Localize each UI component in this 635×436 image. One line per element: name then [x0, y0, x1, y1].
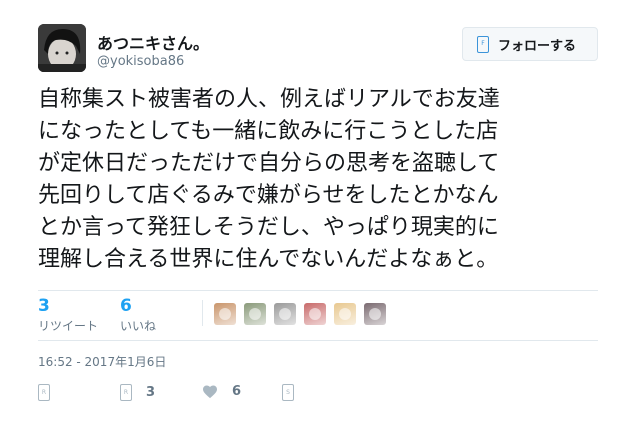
avatar[interactable]: [38, 24, 86, 72]
tweet-text-line: になったとしても一緒に飲みに行こうとした店: [38, 119, 499, 144]
retweet-stat[interactable]: 3 リツイート: [38, 296, 98, 334]
tweet-text-line: 先回りして店ぐるみで嫌がらせをしたとかなん: [38, 183, 499, 208]
likers-list: [214, 303, 394, 325]
liker-avatar-face: [369, 308, 381, 320]
like-stat[interactable]: 6 いいね: [120, 296, 156, 334]
avatar-image: [38, 24, 86, 72]
timestamp[interactable]: 16:52 - 2017年1月6日: [38, 353, 166, 370]
tweet-text-line: とか言って発狂しそうだし、やっぱり現実的に: [38, 215, 499, 240]
follow-button-label: フォローする: [498, 38, 577, 54]
liker-avatar-face: [279, 308, 291, 320]
liker-avatar[interactable]: [274, 303, 296, 325]
liker-avatar[interactable]: [304, 303, 326, 325]
like-action-count: 6: [232, 384, 242, 399]
divider: [38, 340, 598, 341]
display-name[interactable]: あつニキさん。: [97, 30, 209, 54]
retweet-label: リツイート: [38, 319, 99, 333]
liker-avatar-face: [309, 308, 321, 320]
follow-icon: F: [477, 35, 489, 53]
divider: [38, 290, 598, 291]
liker-avatar[interactable]: [364, 303, 386, 325]
reply-icon: R: [38, 384, 50, 401]
share-button[interactable]: S: [282, 384, 294, 401]
like-button[interactable]: 6: [202, 384, 241, 399]
retweet-count: 3: [38, 296, 50, 316]
liker-avatar-face: [219, 308, 231, 320]
tweet-text-line: が定休日だっただけで自分らの思考を盗聴して: [38, 151, 500, 176]
stat-separator: [202, 300, 203, 326]
tweet-text: 自称集スト被害者の人、例えばリアルでお友達 になったとしても一緒に飲みに行こうと…: [38, 84, 618, 276]
liker-avatar[interactable]: [214, 303, 236, 325]
retweet-button[interactable]: R 3: [120, 384, 155, 401]
tweet-text-line: 理解し合える世界に住んでないんだよなぁと。: [38, 247, 499, 272]
liker-avatar-face: [249, 308, 261, 320]
retweet-icon: R: [120, 384, 132, 401]
reply-button[interactable]: R: [38, 384, 50, 401]
like-count: 6: [120, 296, 132, 316]
liker-avatar[interactable]: [334, 303, 356, 325]
retweet-action-count: 3: [146, 385, 156, 400]
share-icon: S: [282, 384, 294, 401]
liker-avatar-face: [339, 308, 351, 320]
like-label: いいね: [120, 319, 157, 333]
tweet-text-line: 自称集スト被害者の人、例えばリアルでお友達: [38, 87, 500, 112]
user-handle[interactable]: @yokisoba86: [97, 54, 184, 69]
liker-avatar[interactable]: [244, 303, 266, 325]
follow-button[interactable]: F フォローする: [462, 27, 598, 61]
heart-icon: [203, 385, 217, 399]
